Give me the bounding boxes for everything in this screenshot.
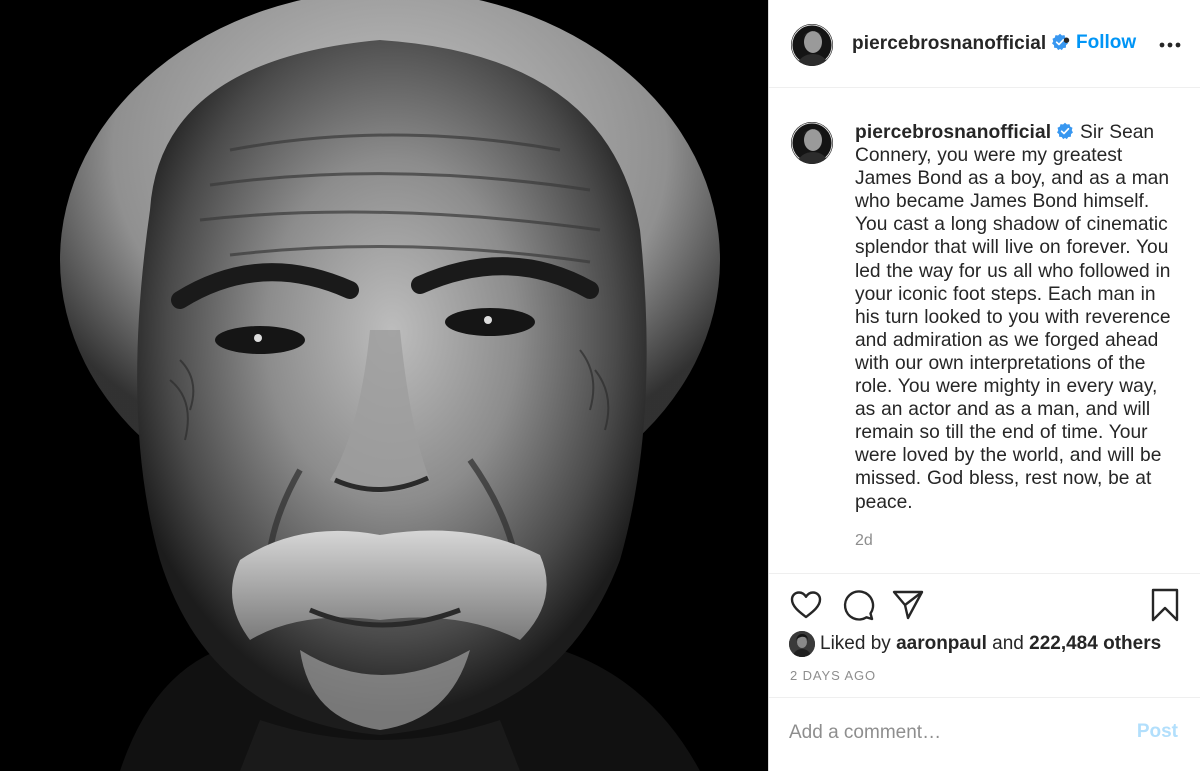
post-comment-button[interactable]: Post <box>1137 721 1178 743</box>
likes-others-count[interactable]: 222,484 others <box>1029 633 1161 655</box>
paper-plane-icon[interactable] <box>891 588 925 627</box>
caption-section: piercebrosnanofficial Sir Sean Connery, … <box>769 88 1200 574</box>
post-header: piercebrosnanofficial • Follow <box>769 0 1200 88</box>
liker-username[interactable]: aaronpaul <box>896 633 987 655</box>
likes-summary: Liked by aaronpaul and 222,484 others <box>789 630 1161 658</box>
liker-avatar[interactable] <box>789 631 815 657</box>
follow-button[interactable]: Follow <box>1076 32 1136 54</box>
heart-icon[interactable] <box>789 588 823 627</box>
likes-conjunction: and <box>992 633 1024 654</box>
caption-author-avatar[interactable] <box>791 122 833 164</box>
header-separator: • <box>1063 30 1071 52</box>
instagram-post: piercebrosnanofficial • Follow piercebro… <box>0 0 1200 771</box>
caption-username[interactable]: piercebrosnanofficial <box>855 122 1051 143</box>
liked-by-prefix: Liked by <box>820 633 891 654</box>
action-bar <box>769 574 1200 636</box>
caption-body: Sir Sean Connery, you were my greatest J… <box>855 122 1171 513</box>
caption-age[interactable]: 2d <box>855 532 873 550</box>
post-side-panel: piercebrosnanofficial • Follow piercebro… <box>768 0 1200 771</box>
comment-bubble-icon[interactable] <box>841 588 875 627</box>
post-timestamp[interactable]: 2 DAYS AGO <box>790 668 876 683</box>
bookmark-icon[interactable] <box>1149 588 1181 627</box>
comment-input[interactable] <box>789 719 1119 747</box>
more-options-icon[interactable] <box>1157 30 1183 56</box>
author-username[interactable]: piercebrosnanofficial <box>852 33 1069 55</box>
post-photo[interactable] <box>0 0 768 771</box>
author-avatar[interactable] <box>791 24 833 66</box>
comment-bar: Post <box>769 697 1200 771</box>
verified-badge-icon <box>1057 123 1074 140</box>
caption-text: piercebrosnanofficial Sir Sean Connery, … <box>855 121 1175 514</box>
